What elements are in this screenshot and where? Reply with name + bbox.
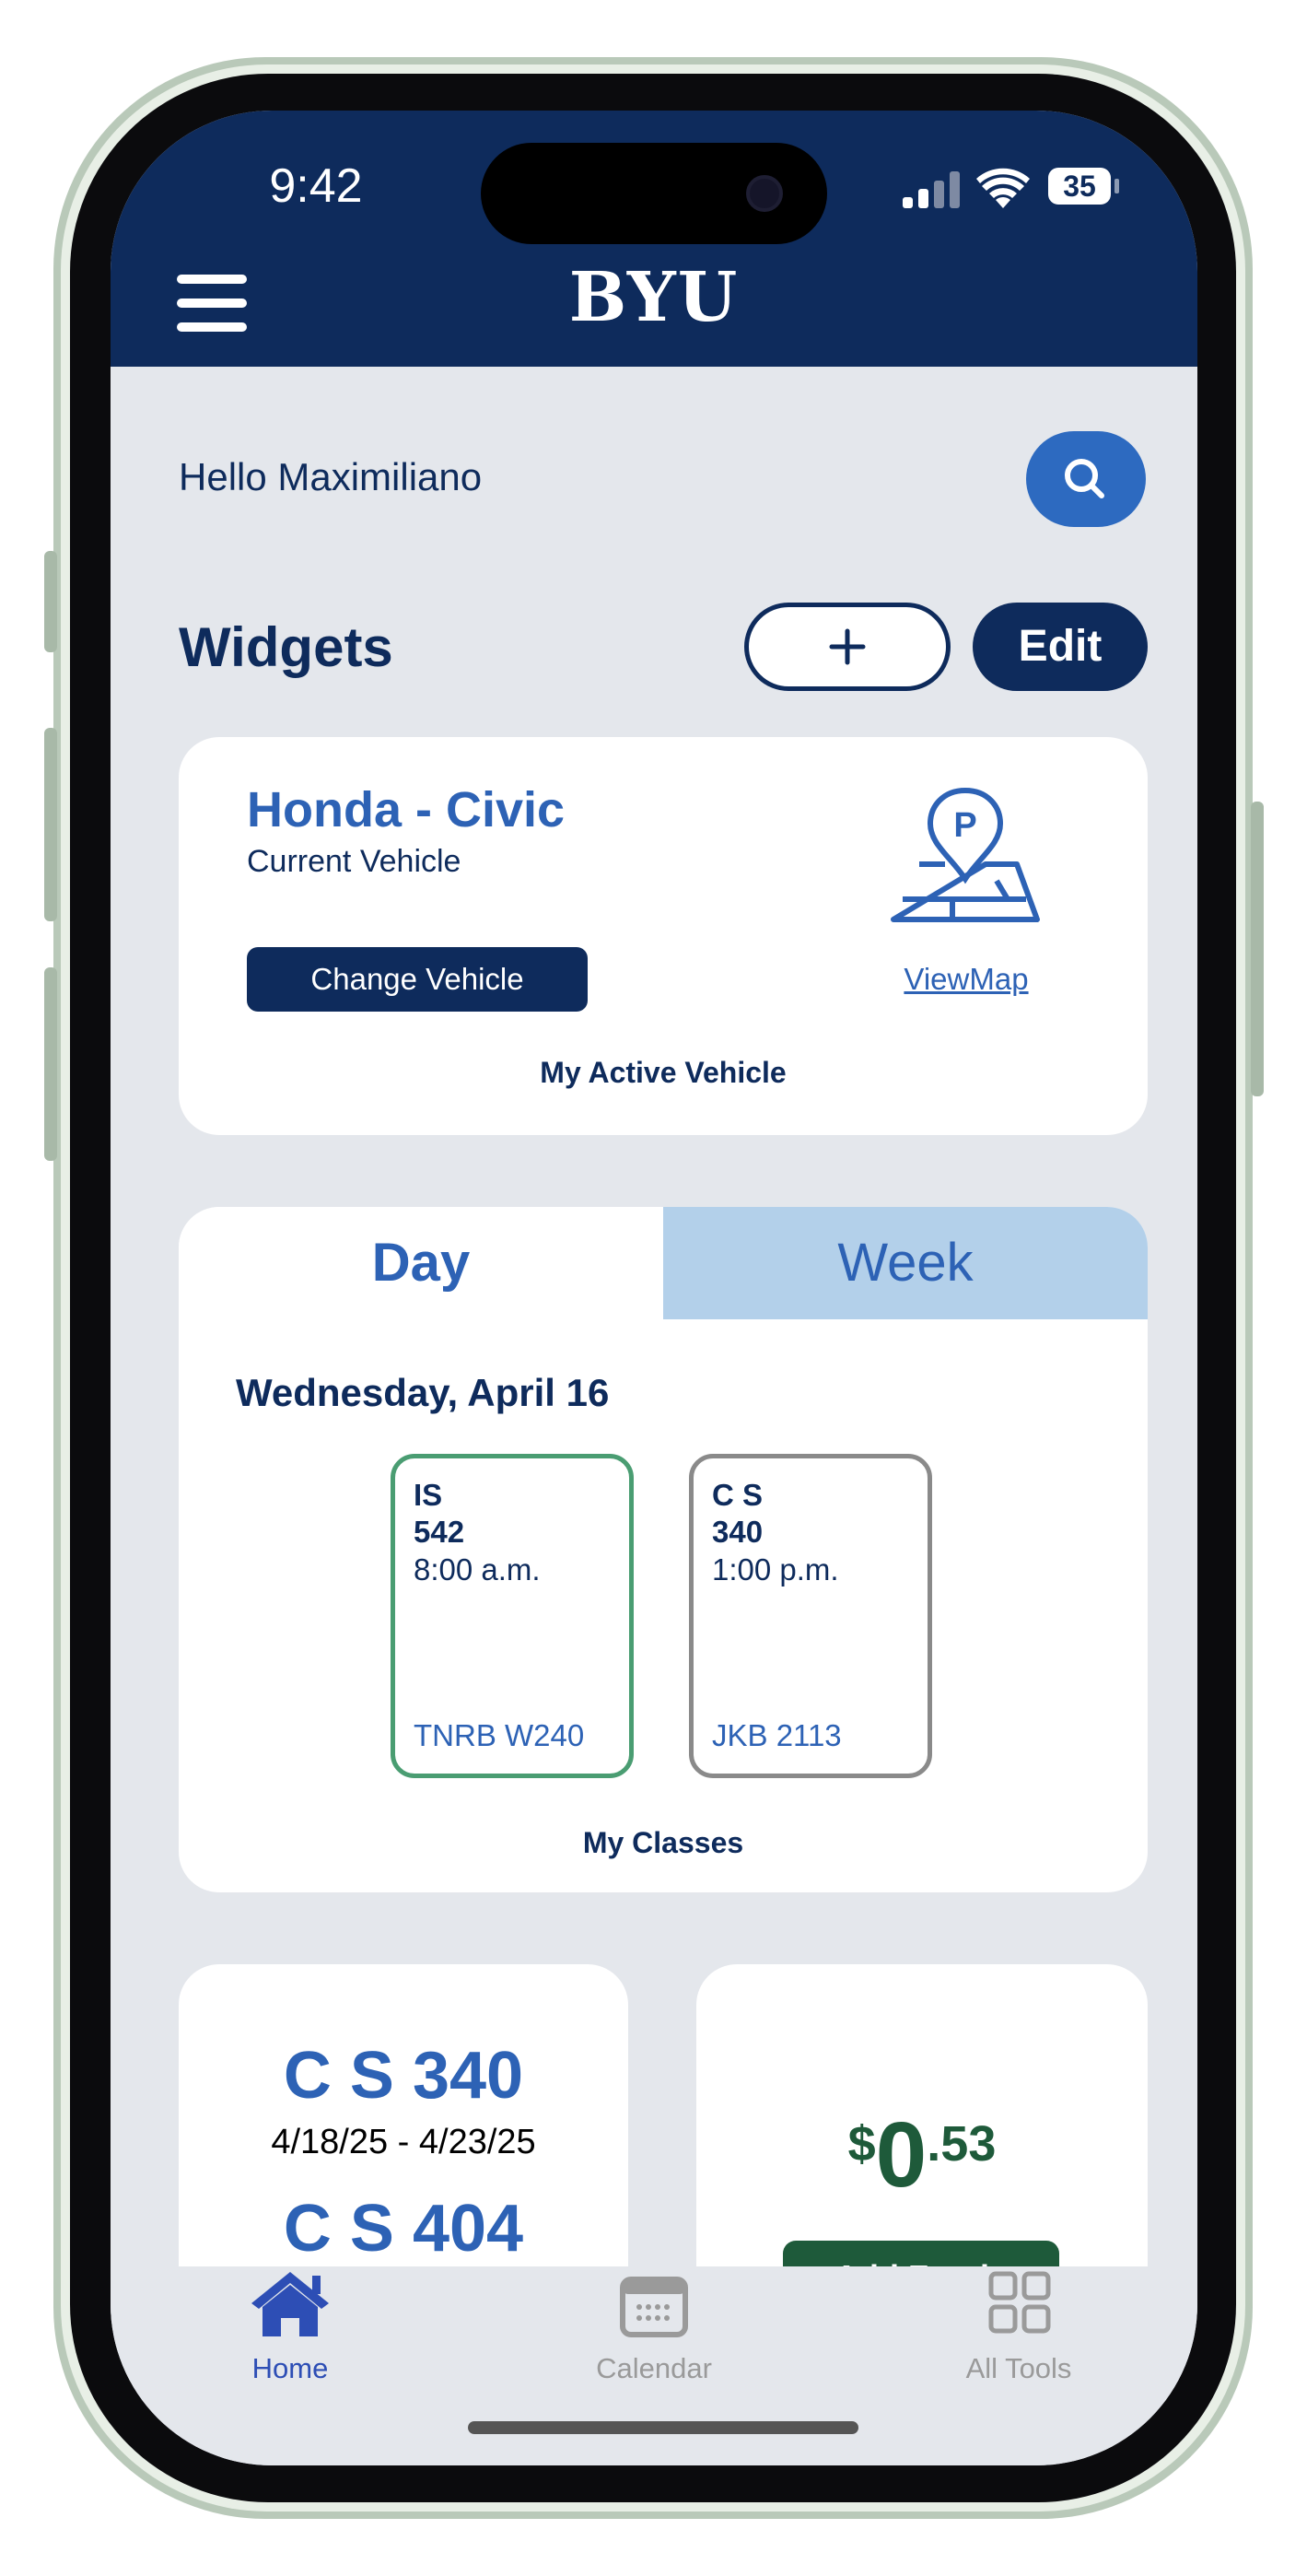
widget-footer-label: My Active Vehicle [540, 1056, 787, 1089]
grid-icon [988, 2271, 1051, 2334]
vehicle-name: Honda - Civic [247, 782, 566, 837]
tab-day[interactable]: Day [179, 1207, 663, 1319]
balance-cents: .53 [927, 2116, 997, 2172]
cellular-signal-icon [903, 171, 960, 208]
power-button [1251, 802, 1264, 1096]
tab-calendar[interactable]: Calendar [516, 2266, 792, 2385]
currency-symbol: $ [847, 2116, 876, 2172]
tab-label: Home [251, 2352, 329, 2384]
schedule-date: Wednesday, April 16 [236, 1371, 610, 1414]
home-indicator[interactable] [468, 2421, 858, 2434]
active-vehicle-widget: Honda - Civic Current Vehicle Change Veh… [179, 737, 1148, 1135]
volume-up-button [44, 728, 57, 921]
class-card[interactable]: C S 340 1:00 p.m. JKB 2113 [689, 1454, 932, 1778]
tab-label: All Tools [965, 2352, 1072, 2384]
home-icon [251, 2272, 329, 2336]
class-code: C S 340 [712, 1477, 915, 1551]
tab-home[interactable]: Home [152, 2266, 428, 2385]
svg-text:P: P [953, 806, 976, 845]
balance-dollars: 0 [875, 2103, 928, 2207]
greeting-text: Hello Maximiliano [179, 455, 483, 498]
edit-widgets-button[interactable]: Edit [973, 603, 1148, 691]
class-number: 340 [712, 1515, 764, 1549]
status-time: 9:42 [269, 159, 363, 213]
exam-dates: 4/18/25 - 4/23/25 [271, 2123, 536, 2161]
battery-indicator: 35 [1048, 168, 1111, 205]
my-classes-widget: Day Week Wednesday, April 16 IS 542 8:00… [179, 1207, 1148, 1892]
widgets-heading: Widgets [179, 616, 393, 678]
class-code: IS 542 [414, 1477, 616, 1551]
view-map-link[interactable]: ViewMap [823, 962, 1109, 997]
tab-label: Calendar [596, 2352, 712, 2384]
class-dept: IS [414, 1478, 443, 1512]
exam-course: C S 340 [283, 2039, 524, 2113]
calendar-icon [620, 2277, 688, 2337]
change-vehicle-button[interactable]: Change Vehicle [247, 947, 588, 1012]
class-room: JKB 2113 [712, 1718, 842, 1752]
search-icon [1065, 459, 1104, 498]
widget-footer-label: My Classes [582, 1826, 744, 1859]
class-card[interactable]: IS 542 8:00 a.m. TNRB W240 [391, 1454, 634, 1778]
tab-week[interactable]: Week [663, 1207, 1148, 1319]
wifi-icon [976, 168, 1030, 208]
parking-map-icon[interactable]: P [888, 781, 1043, 929]
class-dept: C S [712, 1478, 764, 1512]
app-header: 9:42 35 BYU [111, 111, 1197, 367]
search-button[interactable] [1026, 431, 1146, 527]
funds-balance: $0.53 [696, 2102, 1148, 2208]
volume-down-button [44, 967, 57, 1161]
class-number: 542 [414, 1515, 465, 1549]
byu-logo: BYU [568, 258, 740, 337]
exam-course: C S 404 [283, 2192, 524, 2266]
bottom-tab-bar: Home Calendar All Tools [111, 2266, 1197, 2465]
phone-screen: 9:42 35 BYU Hello Maximiliano Widgets Ed… [111, 111, 1197, 2465]
camera-icon [746, 175, 783, 212]
hamburger-menu-icon[interactable] [177, 275, 247, 332]
tab-all-tools[interactable]: All Tools [881, 2266, 1157, 2385]
add-widget-button[interactable] [744, 603, 951, 691]
battery-tip [1114, 179, 1119, 193]
class-room: TNRB W240 [414, 1718, 585, 1752]
class-time: 1:00 p.m. [712, 1552, 839, 1587]
mute-switch [44, 551, 57, 652]
class-time: 8:00 a.m. [414, 1552, 541, 1587]
plus-icon [829, 628, 866, 665]
vehicle-subtitle: Current Vehicle [247, 844, 461, 879]
